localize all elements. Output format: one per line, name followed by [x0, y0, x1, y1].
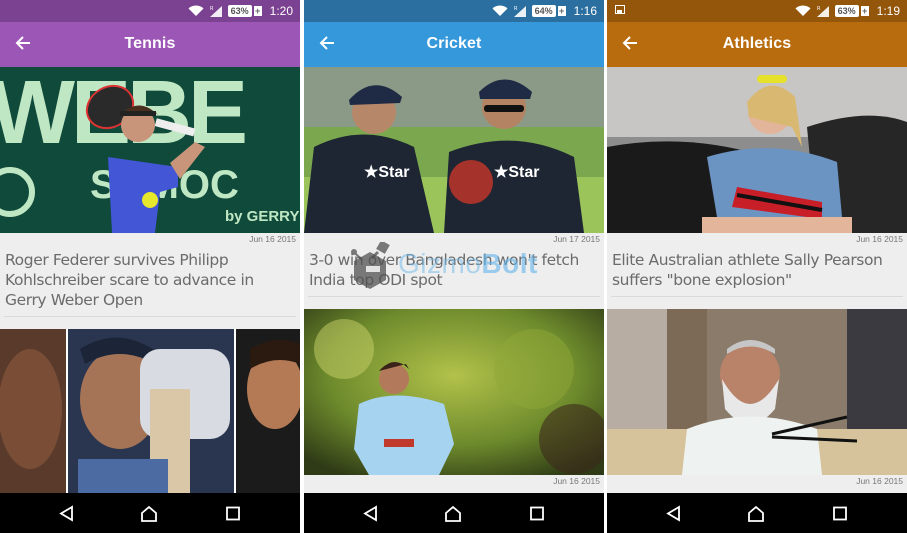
- status-time: 1:20: [269, 4, 293, 18]
- battery-level: 63%: [834, 5, 859, 17]
- divider: [308, 296, 600, 297]
- svg-text:R: R: [514, 6, 518, 12]
- svg-text:R: R: [210, 6, 214, 12]
- article-date: Jun 16 2015: [553, 476, 600, 486]
- home-icon[interactable]: [140, 505, 158, 522]
- cricket-bowler-photo: [304, 309, 604, 475]
- status-time: 1:19: [876, 4, 900, 18]
- phone-screen-cricket: R 64% + 1:16 Cricket ★Star ★Star Jun 17 …: [304, 0, 604, 533]
- navigation-bar: [0, 493, 300, 533]
- status-bar: R 64% + 1:16: [304, 0, 604, 22]
- status-bar: R 63% + 1:20: [0, 0, 300, 22]
- navigation-bar: [304, 493, 604, 533]
- app-bar: Cricket: [304, 22, 604, 67]
- article-card[interactable]: Jun 16 2015 Elite Australian athlete Sal…: [607, 67, 907, 297]
- signal-icon: R: [209, 5, 223, 17]
- page-title: Athletics: [722, 35, 792, 52]
- home-icon[interactable]: [747, 505, 765, 522]
- app-bar: Athletics: [607, 22, 907, 67]
- phone-screen-tennis: R 63% + 1:20 Tennis WEBE: [0, 0, 300, 533]
- article-headline[interactable]: 3-0 win over Bangladesh won't fetch Indi…: [304, 246, 604, 290]
- back-icon[interactable]: [665, 505, 683, 522]
- article-headline[interactable]: Roger Federer survives Philipp Kohlschre…: [0, 246, 300, 310]
- wifi-icon: [795, 5, 811, 17]
- svg-text:★Star: ★Star: [494, 164, 539, 181]
- screenshot-collage: R 63% + 1:20 Tennis WEBE: [0, 0, 907, 533]
- phone-screen-athletics: R 63% + 1:19 Athletics Jun 16 2015 Elite…: [607, 0, 907, 533]
- article-card[interactable]: Jun 16 2015: [304, 309, 604, 488]
- battery-level: 64%: [531, 5, 556, 17]
- status-time: 1:16: [573, 4, 597, 18]
- signal-icon: R: [816, 5, 830, 17]
- app-bar: Tennis: [0, 22, 300, 67]
- article-date: Jun 16 2015: [249, 234, 296, 244]
- article-list[interactable]: ★Star ★Star Jun 17 2015 3-0 win over Ban…: [304, 67, 604, 493]
- article-list[interactable]: Jun 16 2015 Elite Australian athlete Sal…: [607, 67, 907, 493]
- battery-indicator: 63% +: [227, 5, 262, 17]
- wifi-icon: [188, 5, 204, 17]
- cricket-collage-photo: [0, 329, 300, 493]
- status-bar: R 63% + 1:19: [607, 0, 907, 22]
- article-card[interactable]: WEBE SAMOC by GERRY Jun 16 2015: [0, 67, 300, 317]
- article-card[interactable]: Jun 16 2015: [607, 309, 907, 488]
- athlete-photo: [607, 67, 907, 233]
- divider: [611, 296, 903, 297]
- article-card[interactable]: ★Star ★Star Jun 17 2015 3-0 win over Ban…: [304, 67, 604, 297]
- page-title: Cricket: [426, 35, 482, 52]
- svg-text:by GERRY: by GERRY: [225, 208, 299, 225]
- battery-indicator: 64% +: [531, 5, 566, 17]
- divider: [4, 316, 296, 317]
- article-date: Jun 17 2015: [553, 234, 600, 244]
- gallery-icon: [615, 5, 625, 17]
- article-headline[interactable]: Elite Australian athlete Sally Pearson s…: [607, 246, 907, 290]
- recents-icon[interactable]: [224, 505, 242, 522]
- charging-icon: +: [557, 6, 566, 16]
- charging-icon: +: [860, 6, 869, 16]
- back-icon[interactable]: [58, 505, 76, 522]
- battery-level: 63%: [227, 5, 252, 17]
- battery-indicator: 63% +: [834, 5, 869, 17]
- tennis-player-photo: WEBE SAMOC by GERRY: [0, 67, 300, 233]
- page-title: Tennis: [124, 35, 176, 52]
- svg-text:★Star: ★Star: [364, 164, 409, 181]
- signal-icon: R: [513, 5, 527, 17]
- recents-icon[interactable]: [831, 505, 849, 522]
- navigation-bar: [607, 493, 907, 533]
- wifi-icon: [492, 5, 508, 17]
- article-date: Jun 16 2015: [856, 476, 903, 486]
- article-card[interactable]: [0, 329, 300, 493]
- home-icon[interactable]: [444, 505, 462, 522]
- press-conference-photo: [607, 309, 907, 475]
- recents-icon[interactable]: [528, 505, 546, 522]
- back-icon[interactable]: [362, 505, 380, 522]
- article-list[interactable]: WEBE SAMOC by GERRY Jun 16 2015: [0, 67, 300, 493]
- svg-text:R: R: [817, 6, 821, 12]
- cricket-players-photo: ★Star ★Star: [304, 67, 604, 233]
- article-date: Jun 16 2015: [856, 234, 903, 244]
- charging-icon: +: [253, 6, 262, 16]
